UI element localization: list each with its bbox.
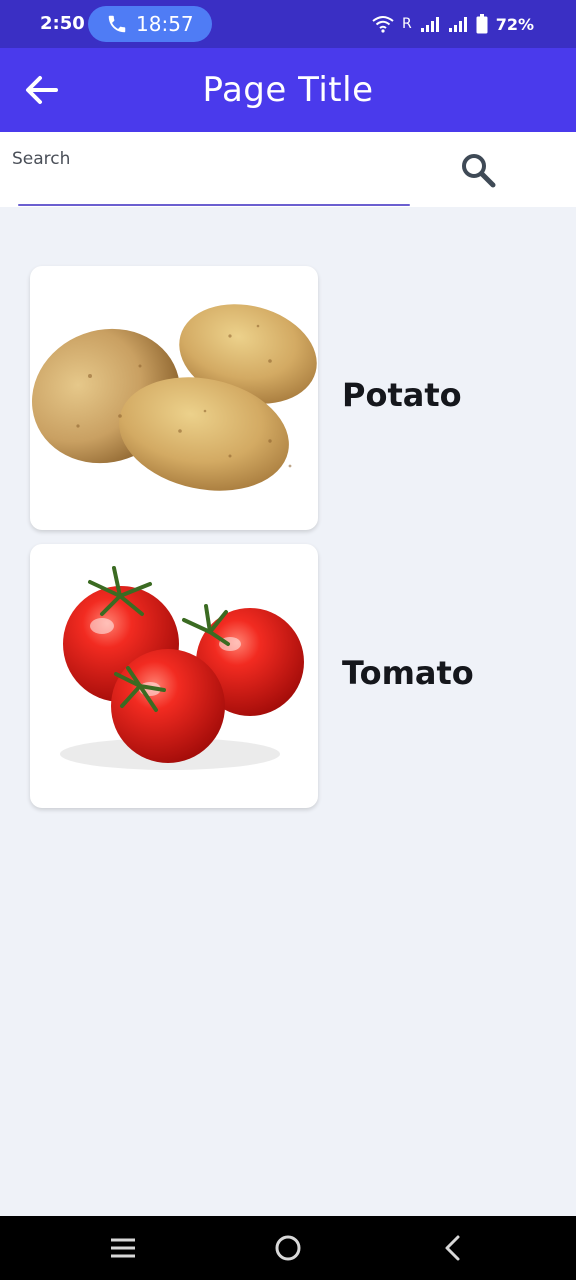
search-button[interactable] (458, 150, 498, 190)
page-title: Page Title (202, 70, 374, 110)
search-underline (18, 204, 410, 206)
potato-image (31, 304, 317, 491)
status-time: 2:50 (40, 13, 85, 34)
search-bar: Search (0, 132, 576, 207)
battery-icon (476, 14, 488, 34)
app-bar: Page Title (0, 48, 576, 132)
list-item-tomato[interactable]: Tomato (30, 544, 550, 808)
status-icons: R 72% (372, 14, 534, 34)
item-label-tomato: Tomato (342, 654, 474, 692)
wifi-icon (372, 16, 394, 33)
system-back-button[interactable] (438, 1232, 470, 1264)
search-input[interactable] (12, 172, 402, 198)
phone-icon (108, 15, 126, 33)
potato-card[interactable] (30, 266, 318, 530)
call-timer: 18:57 (136, 12, 194, 36)
tomato-card[interactable] (30, 544, 318, 808)
network-label: R (401, 16, 412, 32)
tomato-image (60, 566, 304, 770)
signal-icon (420, 17, 439, 32)
item-label-potato: Potato (342, 376, 462, 414)
home-circle-icon (275, 1235, 301, 1261)
search-icon (462, 154, 496, 188)
back-chevron-icon (445, 1235, 460, 1261)
status-bar: 2:50 18:57 R 72% (0, 0, 576, 48)
home-button[interactable] (272, 1232, 304, 1264)
signal-icon (448, 17, 467, 32)
menu-icon (111, 1238, 135, 1258)
search-label: Search (12, 149, 71, 169)
call-chip[interactable]: 18:57 (88, 6, 212, 42)
system-nav-bar (0, 1216, 576, 1280)
recent-apps-button[interactable] (107, 1232, 139, 1264)
battery-percent: 72% (495, 14, 534, 34)
list-item-potato[interactable]: Potato (30, 266, 550, 530)
